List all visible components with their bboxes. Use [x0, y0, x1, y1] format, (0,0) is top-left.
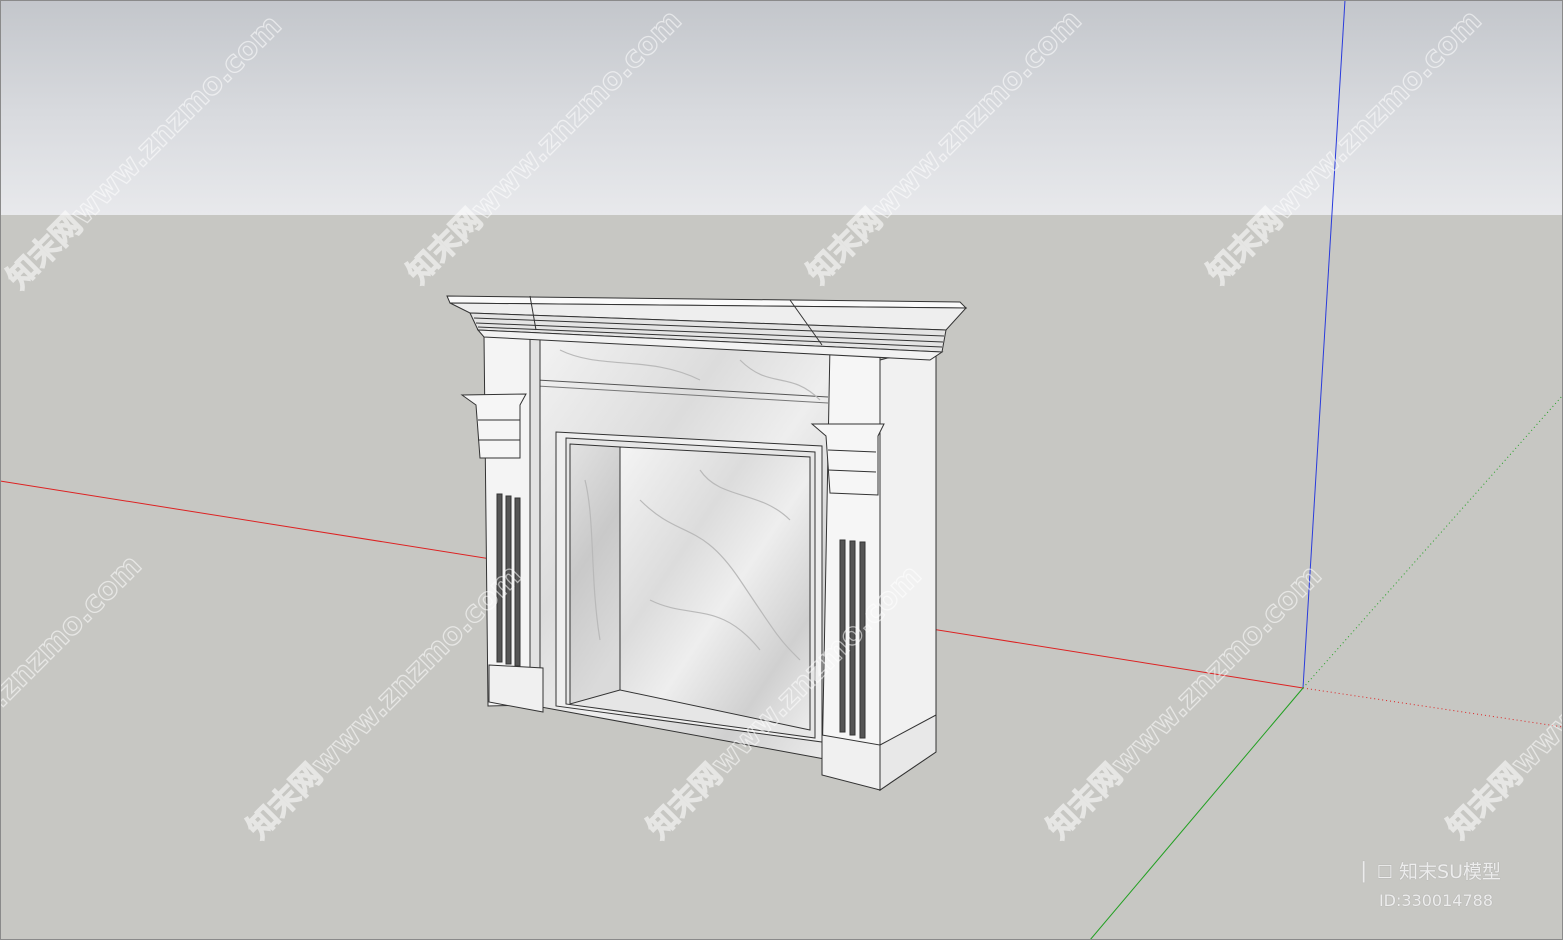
right-plinth [821, 734, 881, 791]
brand-label: ▏☐ 知末SU模型 [1363, 857, 1501, 884]
left-console [460, 393, 527, 459]
brand-logo-icon: ▏☐ [1363, 862, 1394, 883]
left-pilaster-side [529, 331, 541, 711]
brand-name: 知末SU模型 [1399, 861, 1501, 883]
watermark-text: 知末网www.znzmo.com [1441, 558, 1563, 846]
watermark-text: 知末网www.znzmo.com [1041, 558, 1329, 846]
red-axis-dotted [1302, 687, 1563, 728]
green-axis-line [1089, 687, 1304, 940]
watermark-text: 知末网www.znzmo.com [0, 548, 149, 836]
green-axis-dotted [1302, 394, 1563, 689]
firebox-left-wall [569, 443, 621, 705]
scene-canvas[interactable]: 知末网www.znzmo.com 知末网www.znzmo.com 知末网www… [0, 0, 1563, 940]
watermark-text: 知末网www.znzmo.com [1, 8, 289, 296]
model-id-label: ID:330014788 [1378, 891, 1493, 910]
watermark-text: 知末网www.znzmo.com [1201, 3, 1489, 291]
watermark-text: 知末网www.znzmo.com [241, 558, 529, 846]
fireplace-model[interactable] [446, 295, 968, 791]
watermark-text: 知末网www.znzmo.com [401, 3, 689, 291]
watermark-text: 知末网www.znzmo.com [801, 3, 1089, 291]
sketchup-viewport[interactable]: 知末网www.znzmo.com 知末网www.znzmo.com 知末网www… [0, 0, 1563, 940]
